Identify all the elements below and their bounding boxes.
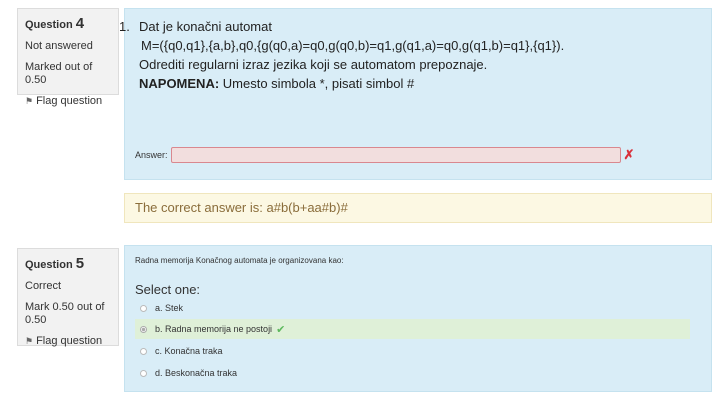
option-a[interactable]: a. Stek xyxy=(135,298,690,318)
q4-state: Not answered xyxy=(25,40,93,52)
q5-number-value: 5 xyxy=(75,255,85,272)
option-b-label: b. Radna memorija ne postoji xyxy=(155,324,273,334)
q4-question-label: Question xyxy=(25,19,73,31)
q4-answer-row: Answer: ✗ xyxy=(135,147,634,163)
q4-flag-question[interactable]: ⚑ Flag question xyxy=(25,95,111,107)
radio-d[interactable] xyxy=(140,369,147,377)
q5-grade: Mark 0.50 out of 0.50 xyxy=(25,301,105,326)
q4-outcome: The correct answer is: a#b(b+aa#b)# xyxy=(124,193,712,223)
q4-note: NAPOMENA: Umesto simbola *, pisati simbo… xyxy=(119,74,564,93)
q4-text-line-3: Odrediti regularni izraz jezika koji se … xyxy=(139,57,488,72)
option-c[interactable]: c. Konačna traka xyxy=(135,341,690,361)
q4-info: Question 4 Not answered Marked out of 0.… xyxy=(17,8,119,107)
q4-number-value: 4 xyxy=(75,15,85,32)
q4-grade: Marked out of 0.50 xyxy=(25,61,93,86)
q5-prompt: Radna memorija Konačnog automata je orga… xyxy=(135,256,344,265)
radio-a[interactable] xyxy=(140,304,147,312)
q4-note-bold: NAPOMENA: xyxy=(139,76,220,91)
option-b[interactable]: b. Radna memorija ne postoji ✔ xyxy=(135,319,690,339)
cross-icon: ✗ xyxy=(623,147,635,162)
option-a-label: a. Stek xyxy=(155,303,184,313)
option-d[interactable]: d. Beskonačna traka xyxy=(135,363,690,383)
q4-number: Question 4 xyxy=(25,15,111,32)
correct-answer: The correct answer is: a#b(b+aa#b)# xyxy=(135,200,348,215)
q5-flag-label: Flag question xyxy=(36,335,103,347)
answer-label: Answer: xyxy=(135,150,168,160)
radio-b[interactable] xyxy=(140,325,147,333)
select-one-label: Select one: xyxy=(135,282,201,297)
q5-formulation: Radna memorija Konačnog automata je orga… xyxy=(124,245,712,392)
radio-c[interactable] xyxy=(140,347,147,355)
q5-state: Correct xyxy=(25,280,62,292)
q4-note-text: Umesto simbola *, pisati simbol # xyxy=(219,76,415,91)
q5-flag-question[interactable]: ⚑ Flag question xyxy=(25,335,111,347)
q4-text-line-2: M=({q0,q1},{a,b},q0,{g(q0,a)=q0,g(q0,b)=… xyxy=(141,38,565,53)
q5-question-label: Question xyxy=(25,259,73,271)
flag-icon: ⚑ xyxy=(25,95,34,106)
check-icon: ✔ xyxy=(276,323,286,336)
q4-text-line-1: Dat je konačni automat xyxy=(139,19,272,34)
q4-flag-label: Flag question xyxy=(36,95,103,107)
q4-question-text: 1. Dat je konačni automat M=({q0,q1},{a,… xyxy=(119,17,564,93)
answer-input[interactable] xyxy=(170,147,621,163)
q5-info: Question 5 Correct Mark 0.50 out of 0.50… xyxy=(17,248,119,347)
option-c-label: c. Konačna traka xyxy=(155,346,223,356)
q5-number: Question 5 xyxy=(25,255,111,272)
q4-formulation: 1. Dat je konačni automat M=({q0,q1},{a,… xyxy=(119,8,712,180)
q4-list-number: 1. xyxy=(119,19,130,34)
option-d-label: d. Beskonačna traka xyxy=(155,368,238,378)
flag-icon: ⚑ xyxy=(25,335,34,346)
